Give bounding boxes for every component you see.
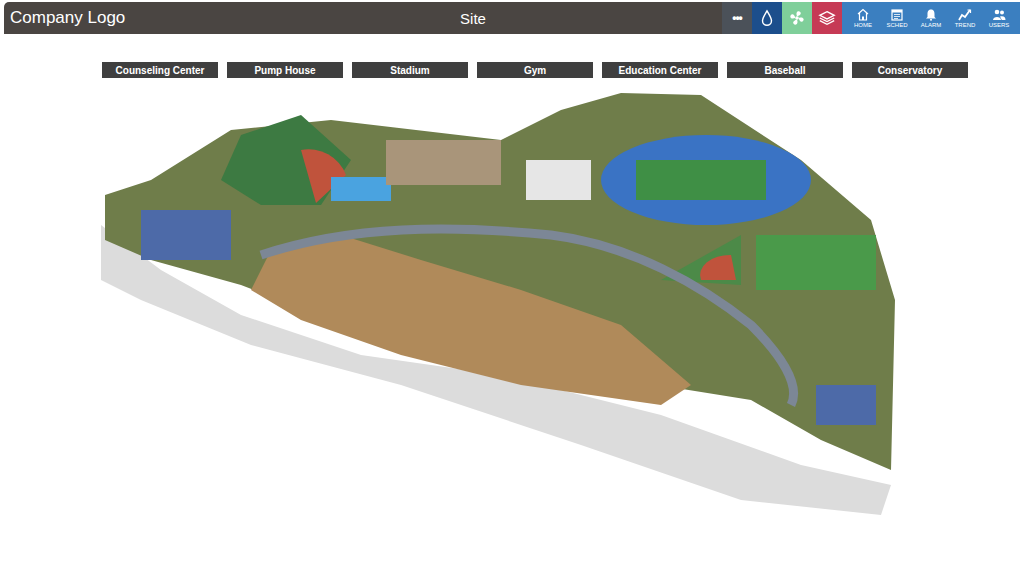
users-icon bbox=[992, 8, 1006, 21]
alarm-icon bbox=[924, 8, 938, 21]
fan-button[interactable] bbox=[782, 2, 812, 34]
nav-label: SCHED bbox=[886, 22, 907, 29]
main-nav: HOME SCHED ALARM TREND USERS bbox=[842, 2, 1020, 34]
layers-icon bbox=[818, 9, 836, 27]
building-button[interactable]: Conservatory bbox=[852, 62, 968, 78]
building-button[interactable]: Education Center bbox=[602, 62, 718, 78]
nav-label: TREND bbox=[955, 22, 976, 29]
toolbar: ••• HOME SCHED ALARM TREND USERS bbox=[564, 2, 1020, 34]
page-title: Site bbox=[460, 2, 564, 34]
nav-item[interactable]: USERS bbox=[982, 2, 1016, 34]
more-label: ••• bbox=[732, 11, 742, 25]
fan-icon bbox=[788, 9, 806, 27]
nav-item[interactable]: HOME bbox=[846, 2, 880, 34]
nav-item[interactable]: ALARM bbox=[914, 2, 948, 34]
building-button[interactable]: Gym bbox=[477, 62, 593, 78]
building-button[interactable]: Counseling Center bbox=[102, 62, 218, 78]
layers-button[interactable] bbox=[812, 2, 842, 34]
nav-label: HOME bbox=[854, 22, 872, 29]
nav-item[interactable]: TREND bbox=[948, 2, 982, 34]
home-icon bbox=[856, 8, 870, 21]
site-map[interactable] bbox=[101, 85, 915, 522]
nav-label: USERS bbox=[989, 22, 1010, 29]
drop-button[interactable] bbox=[752, 2, 782, 34]
drop-icon bbox=[758, 9, 776, 27]
trend-icon bbox=[958, 8, 972, 21]
building-button[interactable]: Baseball bbox=[727, 62, 843, 78]
nav-item[interactable]: SCHED bbox=[880, 2, 914, 34]
building-button[interactable]: Pump House bbox=[227, 62, 343, 78]
building-button[interactable]: Stadium bbox=[352, 62, 468, 78]
company-logo[interactable]: Company Logo bbox=[4, 2, 460, 34]
more-button[interactable]: ••• bbox=[722, 2, 752, 34]
nav-label: ALARM bbox=[921, 22, 942, 29]
site-picture bbox=[101, 85, 915, 522]
calendar-icon bbox=[890, 8, 904, 21]
top-bar: Company LogoSite ••• HOME SCHED ALARM TREND US… bbox=[4, 2, 1020, 34]
building-bar: Counseling Center Pump House Stadium Gym Edu… bbox=[0, 62, 1024, 78]
